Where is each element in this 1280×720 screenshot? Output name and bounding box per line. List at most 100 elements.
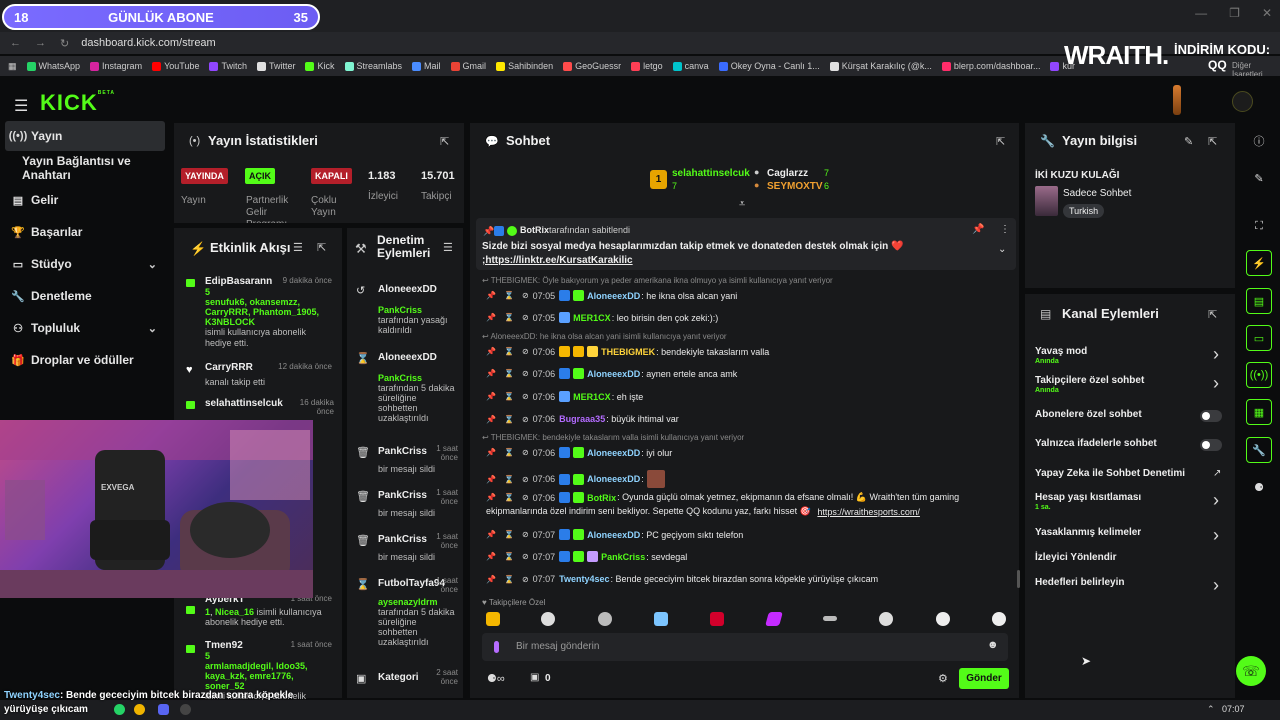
minimize-icon[interactable]: —	[1195, 6, 1207, 20]
emote-icon[interactable]	[654, 612, 668, 626]
channel-action-label[interactable]: Takipçilere özel sohbet	[1035, 375, 1144, 386]
pin-icon[interactable]: 📌	[486, 475, 496, 484]
pin-icon[interactable]: 📌	[486, 493, 496, 502]
ban-icon[interactable]: ⊘	[522, 291, 529, 300]
timeout-icon[interactable]: ⌛	[504, 575, 514, 584]
bookmark-item[interactable]: Kürşat Karakılıç (@k...	[829, 61, 932, 71]
ban-icon[interactable]: ⊘	[522, 448, 529, 457]
pin-icon[interactable]: 📌	[486, 313, 496, 322]
ban-icon[interactable]: ⊘	[522, 369, 529, 378]
message-username[interactable]: Bugraaa35	[559, 414, 605, 424]
category-name[interactable]: Sadece Sohbet	[1063, 188, 1131, 199]
mod-by[interactable]: PankCriss	[378, 305, 422, 315]
url-field[interactable]: dashboard.kick.com/stream	[81, 37, 216, 49]
support-chat-icon[interactable]: ☏	[1236, 656, 1266, 686]
actions-icon[interactable]: ▦	[1246, 399, 1272, 425]
channel-action-label[interactable]: Hedefleri belirleyin	[1035, 577, 1124, 588]
bookmark-item[interactable]: Instagram	[90, 61, 142, 71]
gift-icon[interactable]: ▣	[530, 672, 539, 683]
emote-icon[interactable]	[823, 616, 837, 621]
ban-icon[interactable]: ⊘	[522, 493, 529, 502]
emote-icon[interactable]	[992, 612, 1006, 626]
chevron-down-icon[interactable]: ⌄	[998, 244, 1006, 255]
points-icon[interactable]: ⚈∞	[487, 672, 505, 685]
timeout-icon[interactable]: ⌛	[504, 313, 514, 322]
popout-icon[interactable]: ⇱	[1208, 308, 1217, 321]
ban-icon[interactable]: ⊘	[522, 392, 529, 401]
document-icon[interactable]: ▤	[1246, 288, 1272, 314]
gifter-name[interactable]: selahattinselcuk	[672, 168, 750, 179]
mod-by[interactable]: aysenazyldrm	[378, 597, 438, 607]
channel-action-label[interactable]: Yalnızca ifadelerle sohbet	[1035, 438, 1157, 449]
pin-icon[interactable]: 📌	[486, 415, 496, 424]
ban-icon[interactable]: ⊘	[522, 415, 529, 424]
pin-icon[interactable]: 📌	[486, 369, 496, 378]
filter-icon[interactable]: ☰	[443, 241, 453, 254]
message-username[interactable]: MER1CX	[573, 392, 611, 402]
emote-icon[interactable]	[541, 612, 555, 626]
mod-user[interactable]: AloneeexDD	[378, 352, 456, 363]
message-username[interactable]: PankCriss	[601, 552, 645, 562]
bookmark-item[interactable]: Sahibinden	[496, 61, 553, 71]
ban-icon[interactable]: ⊘	[522, 475, 529, 484]
user-avatar[interactable]	[1232, 91, 1253, 112]
edit-icon[interactable]: ✎	[1184, 135, 1193, 148]
bookmark-item[interactable]: Mail	[412, 61, 441, 71]
chat-icon[interactable]: ▭	[1246, 325, 1272, 351]
message-username[interactable]: AloneeexDD	[587, 369, 640, 379]
nav-yayin[interactable]: ((•)) Yayın	[5, 121, 165, 151]
popout-icon[interactable]: ⇱	[1208, 135, 1217, 148]
more-icon[interactable]: ⋮	[1000, 224, 1010, 235]
pin-icon[interactable]: 📌	[486, 552, 496, 561]
nav-gelir[interactable]: ▤ Gelir	[5, 185, 165, 215]
timeout-icon[interactable]: ⌛	[504, 448, 514, 457]
timeout-icon[interactable]: ⌛	[504, 493, 514, 502]
bookmark-item[interactable]: Streamlabs	[344, 61, 402, 71]
apps-icon[interactable]: ▦	[8, 61, 17, 72]
ban-icon[interactable]: ⊘	[522, 313, 529, 322]
timeout-icon[interactable]: ⌛	[504, 392, 514, 401]
ban-icon[interactable]: ⊘	[522, 575, 529, 584]
chevron-right-icon[interactable]: ›	[1213, 575, 1219, 596]
emote-icon[interactable]	[598, 612, 612, 626]
channel-action-label[interactable]: Yapay Zeka ile Sohbet Denetimi	[1035, 468, 1185, 479]
ban-icon[interactable]: ⊘	[522, 347, 529, 356]
popout-icon[interactable]: ⇱	[317, 241, 326, 254]
nav-denetleme[interactable]: 🔧 Denetleme	[5, 281, 165, 311]
chevron-right-icon[interactable]: ›	[1213, 490, 1219, 511]
pin-icon[interactable]: 📌	[486, 530, 496, 539]
channel-action-label[interactable]: Abonelere özel sohbet	[1035, 409, 1142, 420]
pin-icon[interactable]: 📌	[486, 575, 496, 584]
pin-icon[interactable]: 📌	[486, 347, 496, 356]
nav-studyo[interactable]: ▭ Stüdyo ⌄	[5, 249, 165, 279]
mod-user[interactable]: AloneeexDD	[378, 284, 456, 295]
bookmark-item[interactable]: WhatsApp	[26, 61, 80, 71]
activity-user[interactable]: CarryRRR	[205, 362, 253, 373]
lightning-icon[interactable]: ⚡	[1246, 250, 1272, 276]
tray-chevron-icon[interactable]: ⌃	[1207, 704, 1215, 715]
pin-icon[interactable]: 📌	[486, 448, 496, 457]
settings-icon[interactable]: ⚙	[938, 672, 948, 685]
bookmark-item[interactable]: letgo	[631, 61, 663, 71]
channel-action-label[interactable]: Hesap yaşı kısıtlaması	[1035, 492, 1141, 503]
popout-icon[interactable]: ⇱	[996, 135, 1005, 148]
ban-icon[interactable]: ⊘	[522, 530, 529, 539]
message-link[interactable]: https://wraithesports.com/	[817, 507, 920, 517]
mod-by[interactable]: PankCriss	[378, 373, 422, 383]
chat-scrollbar[interactable]	[1017, 570, 1020, 588]
bookmark-item[interactable]: Kick	[305, 61, 335, 71]
chevron-right-icon[interactable]: ›	[1213, 344, 1219, 365]
message-username[interactable]: AloneeexDD	[587, 474, 640, 484]
bookmark-item[interactable]: YouTube	[152, 61, 199, 71]
gifter-name[interactable]: SEYMOXTV	[767, 181, 823, 192]
pinned-by[interactable]: BotRix	[520, 225, 549, 235]
category-thumbnail[interactable]	[1035, 186, 1058, 216]
chevron-right-icon[interactable]: ›	[1213, 525, 1219, 546]
emoji-icon[interactable]: ☻	[987, 639, 999, 651]
emote-icon[interactable]	[486, 612, 500, 626]
info-icon[interactable]: ⓘ	[1246, 128, 1272, 154]
channel-action-label[interactable]: Yavaş mod	[1035, 346, 1087, 357]
pin-icon[interactable]: 📌	[486, 291, 496, 300]
wrench-icon[interactable]: 🔧	[1246, 437, 1272, 463]
mic-icon[interactable]	[494, 641, 499, 653]
